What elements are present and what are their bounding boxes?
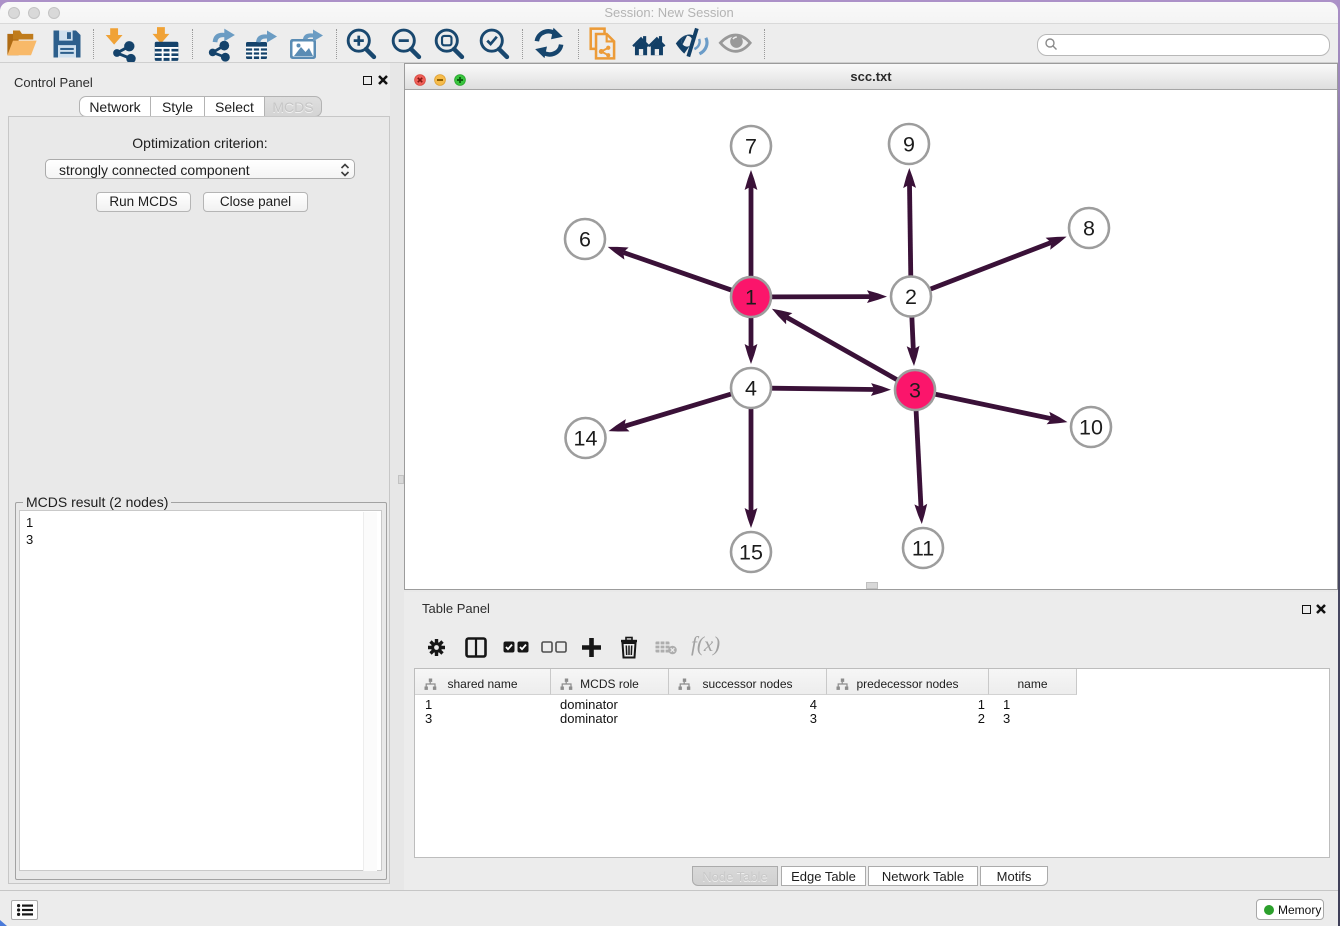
svg-text:7: 7 bbox=[745, 135, 757, 159]
svg-text:6: 6 bbox=[579, 228, 591, 252]
svg-text:10: 10 bbox=[1079, 416, 1103, 440]
svg-text:15: 15 bbox=[739, 541, 763, 565]
svg-text:2: 2 bbox=[905, 285, 917, 309]
svg-text:8: 8 bbox=[1083, 217, 1095, 241]
svg-text:14: 14 bbox=[574, 427, 598, 451]
svg-text:9: 9 bbox=[903, 133, 915, 157]
svg-text:11: 11 bbox=[912, 537, 934, 561]
svg-text:4: 4 bbox=[745, 377, 757, 401]
svg-text:3: 3 bbox=[909, 379, 921, 403]
svg-text:1: 1 bbox=[745, 286, 757, 310]
